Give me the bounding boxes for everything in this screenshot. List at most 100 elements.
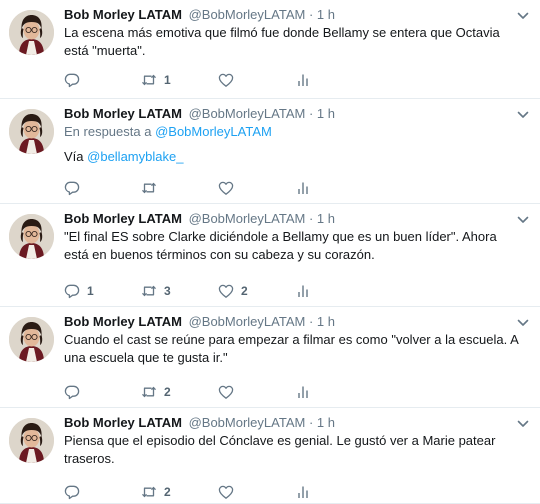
heart-icon: [218, 385, 234, 399]
retweet-icon: [142, 486, 156, 498]
retweet-button[interactable]: 1: [141, 70, 218, 90]
author-handle[interactable]: @BobMorleyLATAM: [189, 7, 306, 22]
separator: ·: [308, 211, 314, 226]
avatar[interactable]: [9, 317, 54, 362]
chevron-down-icon[interactable]: [516, 417, 530, 431]
analytics-button[interactable]: [295, 178, 372, 198]
timestamp[interactable]: 1 h: [317, 7, 335, 22]
author-name[interactable]: Bob Morley LATAM: [64, 7, 182, 22]
reply-icon: [64, 73, 80, 88]
tweet-content: Vía @bellamyblake_: [64, 148, 522, 166]
chevron-down-icon[interactable]: [516, 213, 530, 227]
tweet-actions: [64, 178, 372, 198]
tweet-header: Bob Morley LATAM @BobMorleyLATAM · 1 h: [64, 211, 335, 227]
retweet-button[interactable]: 3: [141, 281, 218, 301]
tweet-actions: 2: [64, 382, 372, 402]
avatar[interactable]: [9, 109, 54, 154]
tweet[interactable]: Bob Morley LATAM @BobMorleyLATAM · 1 h "…: [0, 204, 540, 307]
retweet-icon: [142, 182, 156, 194]
text-prefix: Vía: [64, 149, 84, 164]
timestamp[interactable]: 1 h: [317, 106, 335, 121]
tweet-content: La escena más emotiva que filmó fue dond…: [64, 25, 500, 58]
timestamp[interactable]: 1 h: [317, 314, 335, 329]
tweet[interactable]: Bob Morley LATAM @BobMorleyLATAM · 1 h E…: [0, 99, 540, 204]
retweet-icon: [142, 74, 156, 86]
retweet-count: 2: [164, 385, 171, 399]
tweet[interactable]: Bob Morley LATAM @BobMorleyLATAM · 1 h P…: [0, 408, 540, 504]
separator: ·: [308, 106, 314, 121]
analytics-icon: [298, 182, 308, 194]
like-button[interactable]: 2: [218, 281, 295, 301]
like-button[interactable]: [218, 482, 295, 502]
retweet-button[interactable]: 2: [141, 482, 218, 502]
heart-icon: [218, 181, 234, 195]
reply-button[interactable]: 1: [64, 281, 141, 301]
heart-icon: [218, 73, 234, 87]
tweet-header: Bob Morley LATAM @BobMorleyLATAM · 1 h: [64, 7, 335, 23]
chevron-down-icon[interactable]: [516, 108, 530, 122]
retweet-icon: [142, 285, 156, 297]
author-handle[interactable]: @BobMorleyLATAM: [189, 314, 306, 329]
avatar[interactable]: [9, 418, 54, 463]
avatar[interactable]: [9, 10, 54, 55]
separator: ·: [308, 7, 314, 22]
tweet-content: "El final ES sobre Clarke diciéndole a B…: [64, 229, 497, 262]
like-button[interactable]: [218, 70, 295, 90]
reply-icon: [64, 181, 80, 196]
reply-count: 1: [87, 284, 94, 298]
author-name[interactable]: Bob Morley LATAM: [64, 106, 182, 121]
retweet-button[interactable]: [141, 178, 218, 198]
timestamp[interactable]: 1 h: [317, 415, 335, 430]
tweet-content: Piensa que el episodio del Cónclave es g…: [64, 433, 496, 466]
author-name[interactable]: Bob Morley LATAM: [64, 415, 182, 430]
tweet-text: Piensa que el episodio del Cónclave es g…: [64, 432, 522, 468]
like-button[interactable]: [218, 178, 295, 198]
chevron-down-icon[interactable]: [516, 316, 530, 330]
tweet[interactable]: Bob Morley LATAM @BobMorleyLATAM · 1 h L…: [0, 0, 540, 99]
analytics-button[interactable]: [295, 382, 372, 402]
tweet-actions: 1 3 2: [64, 281, 372, 301]
retweet-count: 3: [164, 284, 171, 298]
tweet-header: Bob Morley LATAM @BobMorleyLATAM · 1 h: [64, 415, 335, 431]
timestamp[interactable]: 1 h: [317, 211, 335, 226]
analytics-icon: [298, 486, 308, 498]
retweet-button[interactable]: 2: [141, 382, 218, 402]
reply-handle-link[interactable]: @BobMorleyLATAM: [155, 124, 272, 139]
analytics-icon: [298, 386, 308, 398]
avatar[interactable]: [9, 214, 54, 259]
reply-icon: [64, 385, 80, 400]
analytics-button[interactable]: [295, 482, 372, 502]
tweet-text: Cuando el cast se reúne para empezar a f…: [64, 331, 522, 367]
tweet-header: Bob Morley LATAM @BobMorleyLATAM · 1 h: [64, 314, 335, 330]
analytics-button[interactable]: [295, 281, 372, 301]
author-name[interactable]: Bob Morley LATAM: [64, 211, 182, 226]
author-handle[interactable]: @BobMorleyLATAM: [189, 415, 306, 430]
reply-button[interactable]: [64, 70, 141, 90]
tweet[interactable]: Bob Morley LATAM @BobMorleyLATAM · 1 h C…: [0, 307, 540, 408]
author-handle[interactable]: @BobMorleyLATAM: [189, 211, 306, 226]
reply-icon: [64, 485, 80, 500]
like-count: 2: [241, 284, 248, 298]
analytics-button[interactable]: [295, 70, 372, 90]
tweet-actions: 1: [64, 70, 372, 90]
analytics-icon: [298, 74, 308, 86]
mention-link[interactable]: @bellamyblake_: [87, 149, 183, 164]
tweet-content: Cuando el cast se reúne para empezar a f…: [64, 332, 519, 365]
retweet-count: 2: [164, 485, 171, 499]
reply-context: En respuesta a @BobMorleyLATAM: [64, 123, 522, 141]
like-button[interactable]: [218, 382, 295, 402]
heart-icon: [218, 485, 234, 499]
heart-icon: [218, 284, 234, 298]
reply-button[interactable]: [64, 178, 141, 198]
tweet-actions: 2: [64, 482, 372, 502]
reply-button[interactable]: [64, 382, 141, 402]
author-handle[interactable]: @BobMorleyLATAM: [189, 106, 306, 121]
reply-button[interactable]: [64, 482, 141, 502]
separator: ·: [308, 415, 314, 430]
analytics-icon: [298, 285, 308, 297]
author-name[interactable]: Bob Morley LATAM: [64, 314, 182, 329]
retweet-icon: [142, 386, 156, 398]
reply-icon: [64, 284, 80, 299]
tweet-text: En respuesta a @BobMorleyLATAM Vía @bella…: [64, 123, 522, 166]
chevron-down-icon[interactable]: [516, 9, 530, 23]
